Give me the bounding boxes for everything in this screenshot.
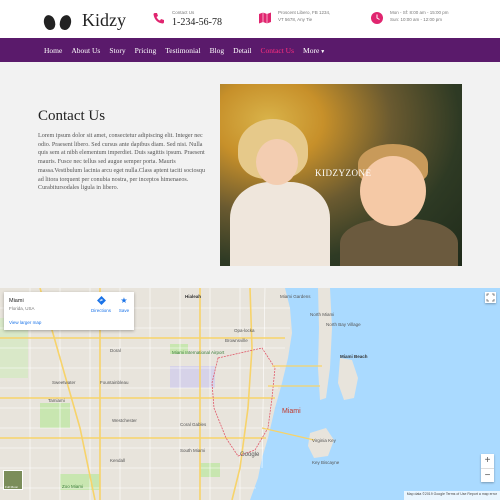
header-hours: Mon - Sf: 8:00 am - 15:00 pm Sun: 10:00 … xyxy=(370,9,449,25)
nav-more[interactable]: More▼ xyxy=(303,46,325,55)
nav-testimonial[interactable]: Testimonial xyxy=(165,46,200,55)
save-label: Save xyxy=(118,308,130,313)
main-nav: Home About Us Story Pricing Testimonial … xyxy=(0,38,500,62)
hours-line2: Sun: 10:00 am - 12:00 pm xyxy=(390,17,443,22)
nav-about-us[interactable]: About Us xyxy=(71,46,100,55)
map-label-doral: Doral xyxy=(110,348,121,353)
map-attribution[interactable]: Map data ©2019 Google Terms of Use Repor… xyxy=(403,491,500,500)
header-phone: Contact Us 1-234-56-78 xyxy=(152,9,222,28)
brand-name: Kidzy xyxy=(82,10,126,30)
directions-button[interactable]: Directions xyxy=(90,296,112,313)
zoom-out-button[interactable]: − xyxy=(481,469,494,483)
phone-icon xyxy=(152,11,166,25)
map-label-kendall: Kendall xyxy=(110,458,126,463)
page-title: Contact Us xyxy=(38,108,106,124)
map-label-north-bay: North Bay Village xyxy=(326,322,361,327)
map-label-westchester: Westchester xyxy=(112,418,137,423)
view-larger-map-link[interactable]: View larger map xyxy=(9,320,41,325)
map-label-miami-beach: Miami Beach xyxy=(340,354,368,359)
map-label-brownsville: Brownsville xyxy=(225,338,248,343)
map-label-miami-gardens: Miami Gardens xyxy=(280,294,311,299)
place-name: Miami xyxy=(9,298,24,304)
hours-line1: Mon - Sf: 8:00 am - 15:00 pm xyxy=(390,10,449,15)
map-label-virginia-key: Virginia Key xyxy=(312,438,336,443)
address-line1: Proscent Libero, FB 1234, xyxy=(278,10,331,15)
caret-down-icon: ▼ xyxy=(320,49,326,55)
map-place-card: Miami Florida, USA View larger map Direc… xyxy=(4,292,134,330)
directions-icon xyxy=(96,296,106,305)
map-label-south-miami: South Miami xyxy=(180,448,206,453)
map-label-key-biscayne: Key Biscayne xyxy=(312,460,340,465)
fullscreen-icon xyxy=(486,293,495,302)
map-label-miami: Miami xyxy=(282,408,301,415)
address-line2: VT 5678, Any Tie xyxy=(278,17,313,22)
map-label-north-miami: North Miami xyxy=(310,312,335,317)
map-label-hialeah: Hialeah xyxy=(185,294,202,299)
nav-more-label: More xyxy=(303,45,320,55)
map-label-tamiami: Tamiami xyxy=(48,398,65,403)
map-label-opa-locka: Opa-locka xyxy=(234,328,255,333)
logo[interactable]: Kidzy xyxy=(38,10,126,31)
phone-number: 1-234-56-78 xyxy=(172,17,222,28)
map-label-fountainbleau: Fountainbleau xyxy=(100,380,129,385)
photo-watermark: KIDZYZONE xyxy=(315,168,372,178)
contact-section: Contact Us Lorem ipsum dolor sit amet, c… xyxy=(0,62,500,288)
fullscreen-button[interactable] xyxy=(485,292,496,303)
google-map[interactable]: Hialeah Miami Gardens North Miami Opa-lo… xyxy=(0,288,500,500)
map-label-sweetwater: Sweetwater xyxy=(52,380,76,385)
directions-label: Directions xyxy=(90,308,111,313)
header-address: Proscent Libero, FB 1234, VT 5678, Any T… xyxy=(258,9,330,25)
nav-story[interactable]: Story xyxy=(109,46,125,55)
nav-pricing[interactable]: Pricing xyxy=(135,46,157,55)
map-label-zoo: Zoo Miami xyxy=(62,484,84,489)
map-label-airport: Miami International Airport xyxy=(172,350,225,355)
star-icon: ★ xyxy=(120,296,128,305)
google-logo: Google xyxy=(240,452,260,458)
satellite-toggle-label: Full Moon xyxy=(5,485,19,489)
save-button[interactable]: ★ Save xyxy=(116,296,132,313)
place-subtitle: Florida, USA xyxy=(9,306,35,311)
nav-blog[interactable]: Blog xyxy=(210,46,225,55)
zoom-controls: + − xyxy=(481,454,494,482)
map-label-coral-gables: Coral Gables xyxy=(180,422,207,427)
footprints-icon xyxy=(38,11,78,31)
clock-icon xyxy=(370,11,384,25)
nav-detail[interactable]: Detail xyxy=(233,46,251,55)
contact-label: Contact Us xyxy=(172,10,195,15)
top-header: Kidzy Contact Us 1-234-56-78 Proscent Li… xyxy=(0,0,500,38)
satellite-toggle[interactable]: Full Moon xyxy=(3,470,23,490)
zoom-in-button[interactable]: + xyxy=(481,454,494,469)
children-photo: KIDZYZONE xyxy=(220,84,462,266)
contact-description: Lorem ipsum dolor sit amet, consectetur … xyxy=(38,133,206,192)
nav-contact-us[interactable]: Contact Us xyxy=(260,46,294,55)
nav-home[interactable]: Home xyxy=(44,46,62,55)
map-icon xyxy=(258,11,272,25)
